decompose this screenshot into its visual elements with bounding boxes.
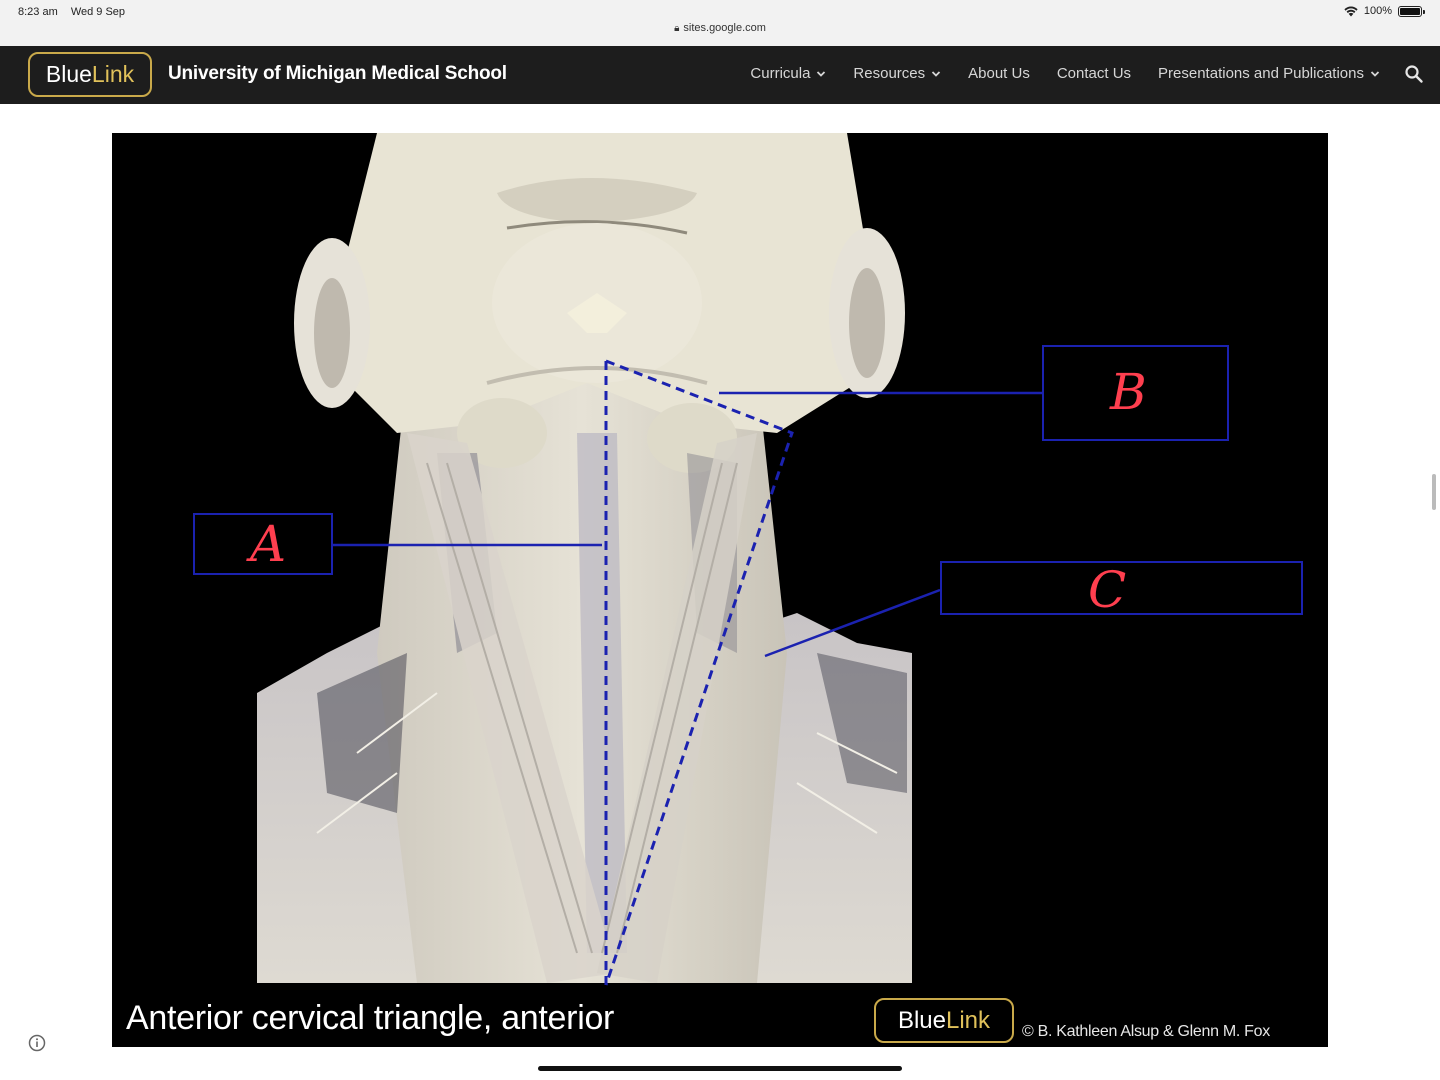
chevron-down-icon (931, 70, 941, 77)
triangle-dashed-line (604, 359, 794, 986)
logo-link-text: Link (91, 61, 135, 87)
slide-bluelink-logo: Blue Link (874, 998, 1014, 1043)
anatomy-slide: A B C Anterior cervical triangle, anteri… (112, 133, 1328, 1047)
nav-contact-us-label: Contact Us (1056, 65, 1132, 82)
nav-presentations[interactable]: Presentations and Publications (1158, 65, 1380, 82)
wifi-icon (1344, 6, 1358, 16)
label-c-text: C (1088, 561, 1127, 619)
battery-percent: 100% (1363, 5, 1392, 17)
site-header: Blue Link University of Michigan Medical … (0, 46, 1440, 104)
slide-logo-blue-text: Blue (897, 1006, 946, 1034)
info-icon[interactable] (28, 1034, 46, 1052)
chevron-down-icon (1370, 70, 1380, 77)
home-indicator[interactable] (538, 1066, 902, 1071)
slide-logo-link-text: Link (946, 1006, 991, 1034)
scrollbar-thumb[interactable] (1432, 474, 1436, 510)
status-date: Wed 9 Sep (70, 6, 126, 18)
copyright-credit: © B. Kathleen Alsup & Glenn M. Fox (1022, 1023, 1270, 1040)
address-bar[interactable]: 🔒︎ sites.google.com (0, 22, 1440, 34)
battery-icon (1398, 5, 1425, 17)
status-time: 8:23 am (18, 6, 58, 18)
logo-blue-text: Blue (45, 61, 92, 87)
bluelink-logo[interactable]: Blue Link (28, 52, 152, 97)
label-a-text: A (250, 515, 287, 573)
status-bar: 8:23 am Wed 9 Sep 🔒︎ sites.google.com 100… (0, 0, 1440, 46)
nav-about-us[interactable]: About Us (968, 65, 1030, 82)
label-b-text: B (1110, 363, 1147, 421)
status-time-date: 8:23 am Wed 9 Sep (18, 6, 135, 18)
slide-caption: Anterior cervical triangle, anterior (126, 999, 615, 1037)
main-nav: Curricula Resources About Us Contact Us … (750, 65, 1380, 82)
nav-curricula[interactable]: Curricula (750, 65, 826, 82)
chevron-down-icon (817, 70, 826, 77)
nav-about-us-label: About Us (968, 65, 1030, 82)
status-indicators: 100% (1344, 5, 1425, 17)
address-url: sites.google.com (683, 22, 766, 34)
nav-contact-us[interactable]: Contact Us (1057, 65, 1131, 82)
site-title[interactable]: University of Michigan Medical School (168, 63, 507, 85)
nav-presentations-label: Presentations and Publications (1158, 65, 1364, 82)
nav-resources-label: Resources (853, 65, 926, 82)
search-icon[interactable] (1404, 64, 1424, 84)
leader-line-c (764, 588, 941, 658)
lock-icon: 🔒︎ (674, 23, 680, 34)
nav-curricula-label: Curricula (750, 65, 811, 82)
nav-resources[interactable]: Resources (853, 65, 941, 82)
